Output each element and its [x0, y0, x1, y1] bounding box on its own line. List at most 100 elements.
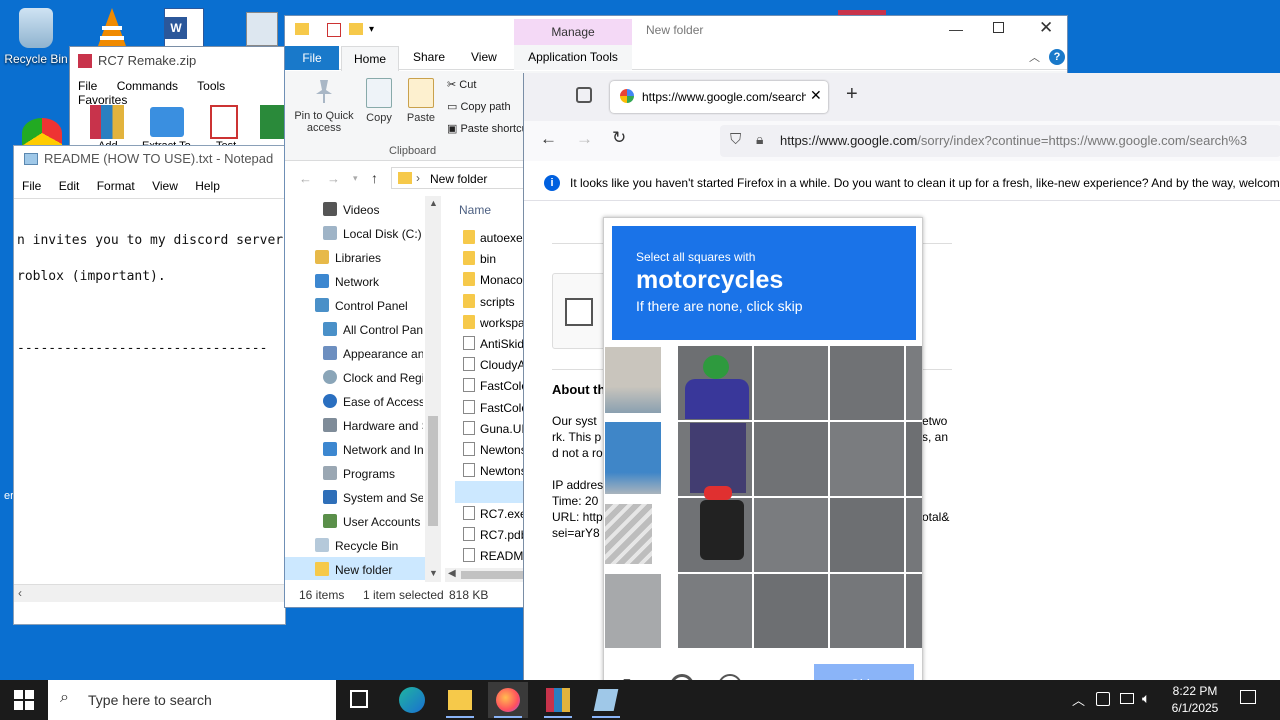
- back-arrow-icon[interactable]: ←: [299, 171, 312, 186]
- file-row[interactable]: autoexec: [463, 230, 523, 245]
- captcha-tile[interactable]: [906, 574, 922, 648]
- nav-network-internet[interactable]: Network and Internet: [323, 442, 423, 457]
- file-row[interactable]: workspace: [463, 314, 523, 330]
- file-row[interactable]: CloudyA: [463, 357, 523, 372]
- notifications-icon[interactable]: [1240, 690, 1256, 704]
- volume-icon[interactable]: 🔈︎: [1142, 690, 1150, 707]
- nav-user-accounts[interactable]: User Accounts: [323, 514, 420, 529]
- copy-button[interactable]: Copy: [361, 78, 397, 124]
- qat-dropdown-icon[interactable]: ▾: [369, 24, 374, 35]
- word-desktop-icon[interactable]: W: [164, 8, 204, 48]
- captcha-tile[interactable]: [906, 498, 922, 572]
- nav-system-security[interactable]: System and Security: [323, 490, 423, 505]
- cut-button[interactable]: ✂ Cut: [447, 78, 476, 91]
- tray-device-icon[interactable]: [1096, 692, 1110, 706]
- nav-programs[interactable]: Programs: [323, 466, 395, 481]
- copy-path-button[interactable]: ▭ Copy path: [447, 100, 511, 113]
- tab-view[interactable]: View: [471, 50, 497, 64]
- file-row[interactable]: RC7.pdb: [463, 526, 523, 542]
- tray-clock[interactable]: 8:22 PM 6/1/2025: [1162, 684, 1228, 715]
- tab-close-icon[interactable]: ✕: [810, 87, 822, 104]
- manage-context-tab[interactable]: Manage: [514, 19, 632, 45]
- nav-clock-region[interactable]: Clock and Region: [323, 370, 423, 385]
- maximize-button[interactable]: [993, 22, 1004, 33]
- captcha-tile[interactable]: [830, 422, 904, 496]
- recaptcha-checkbox[interactable]: [565, 298, 593, 326]
- vlc-desktop-icon[interactable]: [92, 6, 132, 50]
- captcha-tile[interactable]: [678, 574, 752, 648]
- winrar-taskbar-icon[interactable]: [538, 682, 578, 718]
- file-row[interactable]: FastColo: [463, 399, 523, 415]
- firefox-taskbar-icon[interactable]: [488, 682, 528, 718]
- winrar-menu-file[interactable]: File: [78, 79, 97, 93]
- notepad-menu-help[interactable]: Help: [195, 179, 220, 193]
- add-archive-icon[interactable]: [90, 105, 124, 139]
- ff-forward-icon[interactable]: →: [576, 129, 593, 149]
- recent-dropdown-icon[interactable]: ▾: [353, 173, 358, 184]
- files-scroll-left-icon[interactable]: ◀: [448, 568, 456, 579]
- files-scroll-thumb[interactable]: [461, 571, 525, 579]
- file-row[interactable]: Newtons: [463, 463, 523, 478]
- ff-back-icon[interactable]: ←: [540, 129, 557, 149]
- paste-button[interactable]: Paste: [403, 78, 439, 124]
- winrar-menu-commands[interactable]: Commands: [117, 79, 178, 93]
- nav-hardware-sound[interactable]: Hardware and Sound: [323, 418, 423, 433]
- ff-reload-icon[interactable]: ↻: [612, 128, 626, 148]
- image-desktop-icon[interactable]: [246, 12, 278, 46]
- pin-quick-access-button[interactable]: Pin to Quick access: [289, 78, 359, 134]
- explorer-taskbar-icon[interactable]: [440, 682, 480, 718]
- start-button[interactable]: [14, 690, 34, 710]
- view-icon[interactable]: [260, 105, 286, 139]
- tab-application-tools[interactable]: Application Tools: [514, 45, 632, 70]
- nav-network[interactable]: Network: [315, 274, 379, 289]
- tab-file[interactable]: File: [285, 46, 339, 70]
- nav-ease-of-access[interactable]: Ease of Access: [323, 394, 423, 409]
- edge-taskbar-icon[interactable]: [392, 682, 432, 718]
- captcha-tile[interactable]: [830, 498, 904, 572]
- notepad-hscrollbar[interactable]: ‹: [14, 584, 285, 602]
- new-folder-qat-icon[interactable]: [349, 23, 363, 35]
- captcha-tile[interactable]: [754, 346, 828, 420]
- captcha-tile[interactable]: [906, 346, 922, 420]
- file-row[interactable]: Monaco: [463, 272, 523, 287]
- captcha-tile[interactable]: [678, 346, 752, 420]
- recycle-bin-desktop-icon[interactable]: Recycle Bin: [4, 8, 68, 66]
- minimize-button[interactable]: —: [949, 21, 963, 37]
- notepad-menu-edit[interactable]: Edit: [59, 179, 80, 193]
- nav-control-panel[interactable]: Control Panel: [315, 298, 408, 313]
- collapse-ribbon-icon[interactable]: ︿: [1029, 49, 1040, 65]
- files-hscrollbar[interactable]: ◀: [445, 568, 525, 582]
- notepad-window[interactable]: README (HOW TO USE).txt - Notepad File E…: [13, 145, 286, 625]
- browser-tab[interactable]: https://www.google.com/search ✕: [610, 81, 828, 113]
- nav-videos[interactable]: Videos: [323, 202, 379, 217]
- paste-shortcut-button[interactable]: ▣ Paste shortcut: [447, 122, 523, 135]
- file-row[interactable]: FastColo: [463, 378, 523, 393]
- test-icon[interactable]: [210, 105, 238, 139]
- chrome-desktop-icon[interactable]: [22, 118, 62, 148]
- captcha-tile[interactable]: [678, 498, 752, 572]
- captcha-challenge[interactable]: Select all squares with motorcycles If t…: [603, 217, 923, 687]
- tray-overflow-icon[interactable]: ︿: [1072, 690, 1085, 709]
- task-view-icon[interactable]: [350, 690, 368, 708]
- file-row[interactable]: RC7.exe: [463, 505, 523, 521]
- nav-all-control-panel-items[interactable]: All Control Panel Items: [323, 322, 423, 337]
- file-row[interactable]: scripts: [463, 293, 523, 309]
- column-header-name[interactable]: Name: [459, 203, 491, 217]
- winrar-menu-tools[interactable]: Tools: [197, 79, 225, 93]
- up-arrow-icon[interactable]: ↑: [371, 170, 378, 186]
- tab-home[interactable]: Home: [341, 46, 399, 71]
- lock-icon[interactable]: 🔒︎: [756, 131, 763, 148]
- tracking-shield-icon[interactable]: ⛉: [730, 131, 741, 148]
- nav-scroll-up-icon[interactable]: ▲: [429, 198, 438, 208]
- nav-scroll-down-icon[interactable]: ▼: [429, 568, 438, 578]
- captcha-tile[interactable]: [754, 422, 828, 496]
- close-button[interactable]: ✕: [1039, 18, 1053, 38]
- firefox-view-icon[interactable]: [576, 87, 592, 103]
- captcha-tile[interactable]: [754, 574, 828, 648]
- notepad-menu-format[interactable]: Format: [97, 179, 135, 193]
- tab-share[interactable]: Share: [413, 50, 445, 64]
- network-tray-icon[interactable]: [1120, 693, 1134, 704]
- notepad-menu-view[interactable]: View: [152, 179, 178, 193]
- nav-recycle-bin[interactable]: Recycle Bin: [315, 538, 398, 553]
- nav-scrollbar[interactable]: ▲ ▼: [425, 196, 441, 582]
